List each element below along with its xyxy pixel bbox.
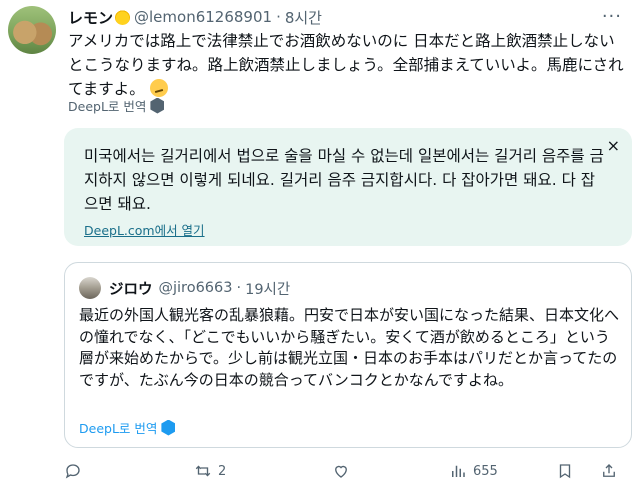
quote-translate-link[interactable]: DeepL로 번역 [79,418,176,437]
lemon-emoji-icon [115,9,131,25]
share-button[interactable] [600,462,618,480]
more-icon[interactable]: ··· [602,6,622,27]
quote-time[interactable]: 19시간 [245,278,290,299]
views-button[interactable]: 655 [449,462,498,480]
author-handle[interactable]: @lemon61268901 [134,8,272,26]
views-count: 655 [473,463,498,479]
quote-author-handle[interactable]: @jiro6663 [159,280,233,296]
share-icon [603,464,615,477]
action-bar: 2 655 [64,462,632,486]
bookmark-icon [559,464,571,479]
open-deepl-link[interactable]: DeepL.com에서 열기 [84,220,205,239]
translate-link[interactable]: DeepL로 번역 [68,96,165,115]
retweet-icon [195,465,211,477]
deepl-icon [161,419,176,436]
thinking-face-icon [149,79,168,97]
quote-header: ジロウ @jiro6663 · 19시간 [109,277,290,299]
retweet-button[interactable]: 2 [194,462,226,480]
author-name[interactable]: レモン [68,7,113,28]
quote-translate-label[interactable]: DeepL로 번역 [79,418,157,437]
quote-text: 最近の外国人観光客の乱暴狼藉。円安で日本が安い国になった結果、日本文化への憧れで… [79,306,620,389]
close-icon[interactable]: × [607,136,620,155]
quote-separator: · [236,280,242,296]
quoted-tweet[interactable]: ジロウ @jiro6663 · 19시간 最近の外国人観光客の乱暴狼藉。円安で日… [64,262,632,448]
like-button[interactable] [332,462,356,480]
reply-button[interactable] [64,462,88,480]
translate-label[interactable]: DeepL로 번역 [68,96,146,115]
views-icon [452,465,465,477]
tweet-header: レモン @lemon61268901 · 8시간 [68,6,322,28]
deepl-icon [150,97,165,114]
reply-icon [65,464,80,479]
like-icon [335,465,347,478]
quote-author-name[interactable]: ジロウ [109,278,153,299]
separator: · [276,8,281,26]
translation-panel: 미국에서는 길거리에서 법으로 술을 마실 수 없는데 일본에서는 길거리 음주… [64,128,632,246]
retweet-count: 2 [218,463,227,479]
tweet-body: アメリカでは路上で法律禁止でお酒飲めないのに 日本だと路上飲酒禁止しないとこうな… [68,29,628,101]
bookmark-button[interactable] [556,462,574,480]
author-avatar[interactable] [8,6,56,54]
quote-avatar[interactable] [79,277,101,299]
tweet-time[interactable]: 8시간 [285,7,322,28]
translation-text: 미국에서는 길거리에서 법으로 술을 마실 수 없는데 일본에서는 길거리 음주… [84,147,604,213]
